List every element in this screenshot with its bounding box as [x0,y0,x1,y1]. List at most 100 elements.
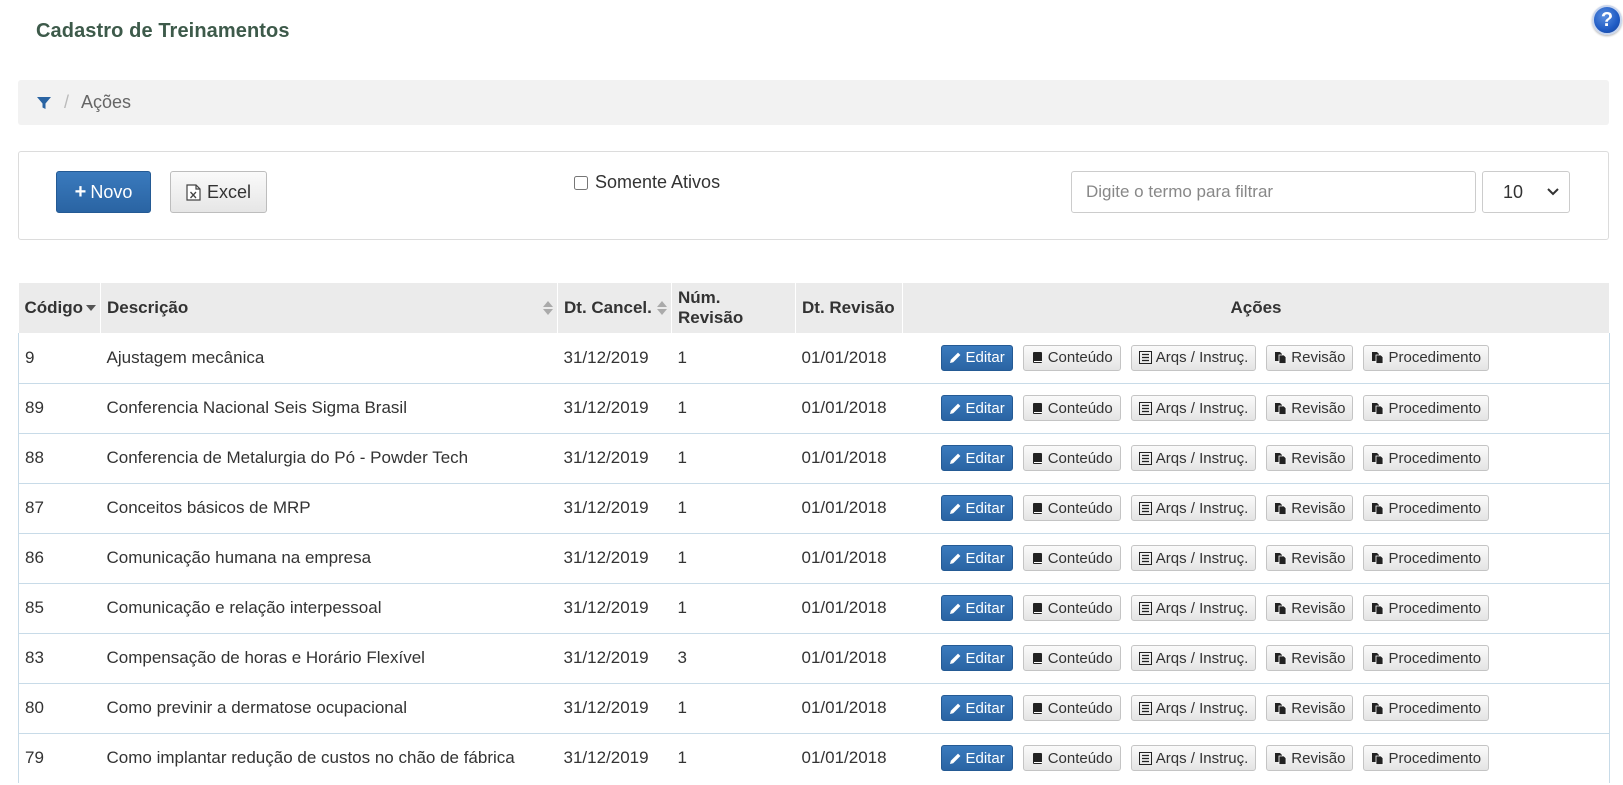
files-instructions-button[interactable]: Arqs / Instruç. [1130,395,1257,421]
book-icon [1031,351,1044,364]
revision-button[interactable]: Revisão [1266,695,1354,721]
only-active-checkbox[interactable] [574,175,588,190]
procedure-button[interactable]: Procedimento [1363,745,1490,772]
cell-actions: Editar Conteúdo Arqs / Instruç. Revisão … [902,382,1610,433]
files-instructions-button[interactable]: Arqs / Instruç. [1130,695,1257,721]
revision-button[interactable]: Revisão [1266,545,1354,571]
book-icon [1031,452,1044,465]
only-active-filter[interactable]: Somente Ativos [574,172,720,193]
cell-descricao: Conferencia Nacional Seis Sigma Brasil [100,382,558,433]
revision-button[interactable]: Revisão [1266,495,1354,521]
files-instructions-button[interactable]: Arqs / Instruç. [1130,495,1257,521]
cell-num-revisao: 1 [671,532,796,583]
procedure-button[interactable]: Procedimento [1363,695,1490,721]
procedure-button[interactable]: Procedimento [1363,645,1490,671]
content-button[interactable]: Conteúdo [1022,595,1121,621]
copy-icon [1371,402,1384,415]
excel-button[interactable]: Excel [170,171,267,213]
content-button[interactable]: Conteúdo [1022,495,1121,521]
pencil-icon [949,502,962,515]
table-row: 9 Ajustagem mecânica 31/12/2019 1 01/01/… [18,333,1610,383]
new-button[interactable]: + Novo [56,171,151,213]
book-icon [1031,402,1044,415]
column-header-dt-cancel[interactable]: Dt. Cancel. [557,283,672,333]
files-instructions-button[interactable]: Arqs / Instruç. [1130,645,1257,671]
revision-button-label: Revisão [1291,649,1346,667]
help-icon[interactable]: ? [1592,5,1622,35]
content-button[interactable]: Conteúdo [1022,344,1121,371]
files-instructions-button[interactable]: Arqs / Instruç. [1130,344,1257,371]
files-instructions-button[interactable]: Arqs / Instruç. [1130,545,1257,571]
revision-button[interactable]: Revisão [1266,595,1354,621]
edit-button[interactable]: Editar [940,395,1013,421]
edit-button-label: Editar [965,649,1005,667]
content-button[interactable]: Conteúdo [1022,545,1121,571]
revision-button[interactable]: Revisão [1266,645,1354,671]
column-header-dt-cancel-label: Dt. Cancel. [564,298,652,317]
cell-codigo: 87 [18,482,101,533]
procedure-button-label: Procedimento [1388,399,1482,417]
page-size-select[interactable]: 10 [1482,171,1570,213]
procedure-button[interactable]: Procedimento [1363,545,1490,571]
edit-button[interactable]: Editar [940,595,1013,621]
revision-button[interactable]: Revisão [1266,745,1354,772]
edit-button[interactable]: Editar [940,545,1013,571]
content-button[interactable]: Conteúdo [1022,395,1121,421]
table-row: 88 Conferencia de Metalurgia do Pó - Pow… [18,432,1610,483]
revision-button-label: Revisão [1291,449,1346,467]
cell-dt-revisao: 01/01/2018 [795,632,903,683]
copy-icon [1371,652,1384,665]
column-header-descricao[interactable]: Descrição [100,283,558,333]
edit-button[interactable]: Editar [940,445,1013,471]
edit-button-label: Editar [965,449,1005,467]
pencil-icon [949,402,962,415]
cell-num-revisao: 3 [671,632,796,683]
files-instructions-button[interactable]: Arqs / Instruç. [1130,445,1257,471]
content-button[interactable]: Conteúdo [1022,745,1121,772]
cell-descricao: Conceitos básicos de MRP [100,482,558,533]
cell-descricao: Como previnir a dermatose ocupacional [100,682,558,733]
filter-icon[interactable] [36,95,52,111]
copy-icon [1274,351,1287,365]
edit-button[interactable]: Editar [940,495,1013,521]
revision-button[interactable]: Revisão [1266,445,1354,471]
revision-button[interactable]: Revisão [1266,395,1354,421]
breadcrumb: / Ações [18,80,1609,125]
content-button[interactable]: Conteúdo [1022,695,1121,721]
cell-dt-revisao: 01/01/2018 [795,382,903,433]
cell-dt-revisao: 01/01/2018 [795,582,903,633]
column-header-codigo[interactable]: Código [18,283,101,333]
cell-num-revisao: 1 [671,582,796,633]
edit-button[interactable]: Editar [940,695,1013,721]
files-instructions-button[interactable]: Arqs / Instruç. [1130,595,1257,621]
cell-actions: Editar Conteúdo Arqs / Instruç. Revisão … [902,582,1610,633]
content-button-label: Conteúdo [1047,599,1113,617]
trainings-table: Código Descrição Dt. Cancel. Núm. Revisã… [18,283,1610,783]
edit-button-label: Editar [965,599,1005,617]
files-instructions-button[interactable]: Arqs / Instruç. [1130,745,1257,772]
procedure-button[interactable]: Procedimento [1363,445,1490,471]
cell-dt-cancel: 31/12/2019 [557,382,672,433]
column-header-dt-revisao[interactable]: Dt. Revisão [795,283,903,333]
edit-button[interactable]: Editar [940,344,1013,371]
procedure-button[interactable]: Procedimento [1363,595,1490,621]
edit-button-label: Editar [965,699,1005,717]
content-button[interactable]: Conteúdo [1022,445,1121,471]
search-input[interactable] [1071,171,1476,213]
column-header-num-revisao[interactable]: Núm. Revisão [671,283,796,333]
procedure-button[interactable]: Procedimento [1363,495,1490,521]
procedure-button-label: Procedimento [1388,599,1482,617]
content-button[interactable]: Conteúdo [1022,645,1121,671]
column-header-acoes-label: Ações [1230,298,1282,317]
content-button-label: Conteúdo [1047,449,1113,467]
only-active-label: Somente Ativos [595,172,721,192]
book-icon [1031,702,1044,715]
list-alt-icon [1138,351,1152,365]
procedure-button[interactable]: Procedimento [1363,344,1490,371]
files-instructions-button-label: Arqs / Instruç. [1155,599,1249,617]
cell-dt-revisao: 01/01/2018 [795,682,903,733]
revision-button[interactable]: Revisão [1266,344,1354,371]
procedure-button[interactable]: Procedimento [1363,395,1490,421]
edit-button[interactable]: Editar [940,645,1013,671]
edit-button[interactable]: Editar [940,745,1013,772]
